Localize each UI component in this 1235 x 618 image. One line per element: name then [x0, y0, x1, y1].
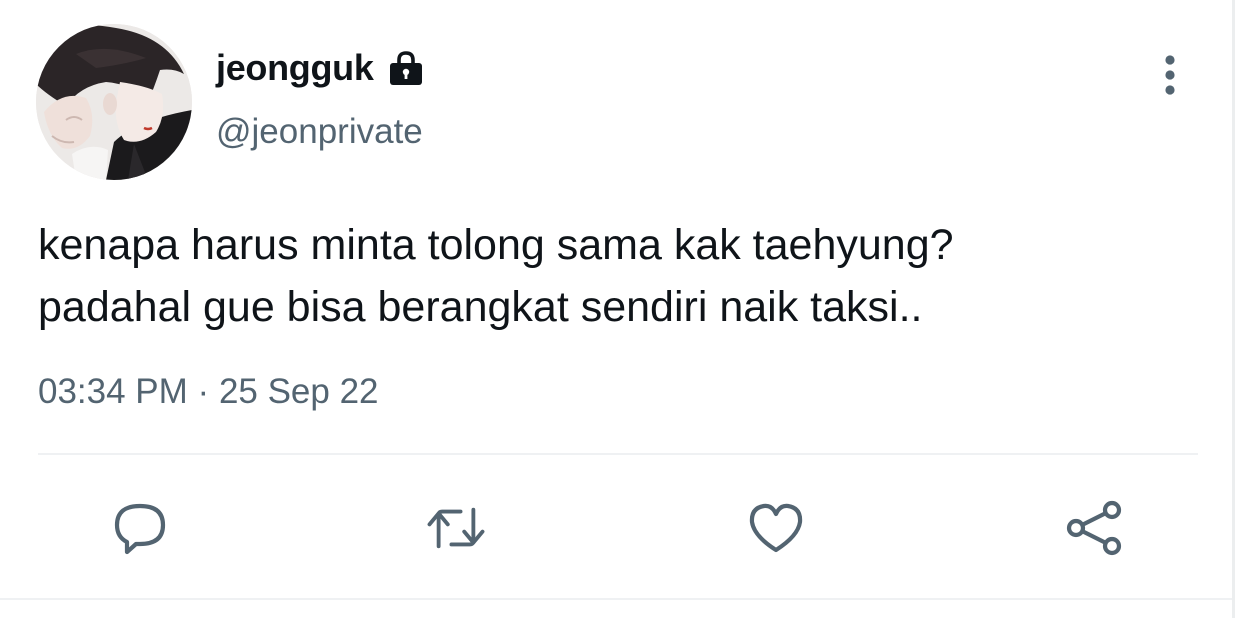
- heart-icon: [749, 503, 803, 553]
- author-handle[interactable]: @jeonprivate: [216, 112, 423, 152]
- avatar-photo: [36, 24, 192, 180]
- tweet-text: kenapa harus minta tolong sama kak taehy…: [38, 214, 1208, 338]
- share-button[interactable]: [1062, 496, 1126, 560]
- tweet-card: jeongguk @jeonprivate kenapa harus minta…: [0, 0, 1235, 618]
- author-name-row: jeongguk: [216, 46, 426, 90]
- more-vertical-icon: [1165, 55, 1175, 95]
- reply-bubble-icon: [114, 503, 166, 555]
- tweet-date: 25 Sep 22: [218, 372, 379, 411]
- retweet-button[interactable]: [424, 496, 488, 560]
- tweet-text-line: padahal gue bisa berangkat sendiri naik …: [38, 283, 923, 331]
- tweet-text-line: kenapa harus minta tolong sama kak taehy…: [38, 221, 954, 269]
- more-options-button[interactable]: [1150, 52, 1190, 98]
- tweet-timestamp[interactable]: 03:34 PM · 25 Sep 22: [38, 372, 379, 412]
- avatar[interactable]: [36, 24, 192, 180]
- tweet-time: 03:34 PM: [38, 372, 188, 411]
- like-button[interactable]: [744, 496, 808, 560]
- lock-icon: [386, 49, 426, 89]
- bottom-divider: [0, 598, 1235, 600]
- reply-button[interactable]: [108, 496, 172, 560]
- share-icon: [1066, 500, 1122, 556]
- divider: [38, 453, 1198, 455]
- retweet-icon: [427, 507, 485, 549]
- display-name[interactable]: jeongguk: [216, 47, 374, 89]
- meta-separator: ·: [197, 372, 210, 411]
